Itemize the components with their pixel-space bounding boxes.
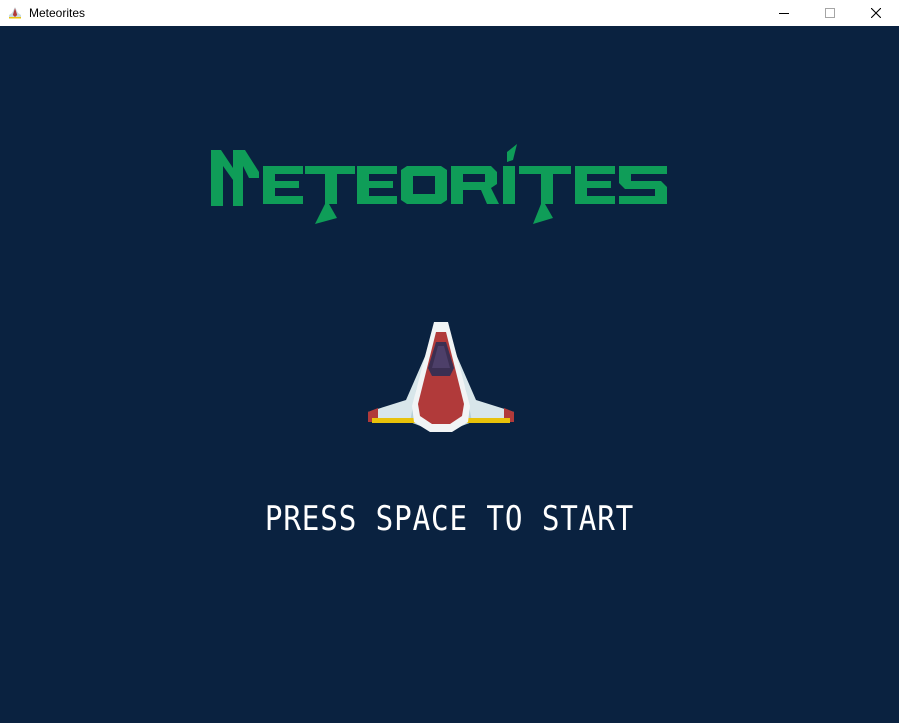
minimize-button[interactable] [761,0,807,26]
close-icon [871,8,881,18]
window-controls [761,0,899,26]
spaceship-icon [368,322,514,432]
start-prompt: PRESS SPACE TO START [264,499,635,539]
title-bar[interactable]: Meteorites [0,0,899,26]
window-title: Meteorites [29,6,86,20]
minimize-icon [779,13,789,14]
logo-wordmark [211,144,667,224]
game-canvas[interactable]: METEORITES [0,26,899,723]
game-window: Meteorites METEORITES [0,0,899,723]
close-button[interactable] [853,0,899,26]
maximize-button[interactable] [807,0,853,26]
game-logo: METEORITES [211,138,671,229]
player-ship [366,320,516,441]
maximize-icon [825,8,835,18]
ship-icon [7,5,23,21]
